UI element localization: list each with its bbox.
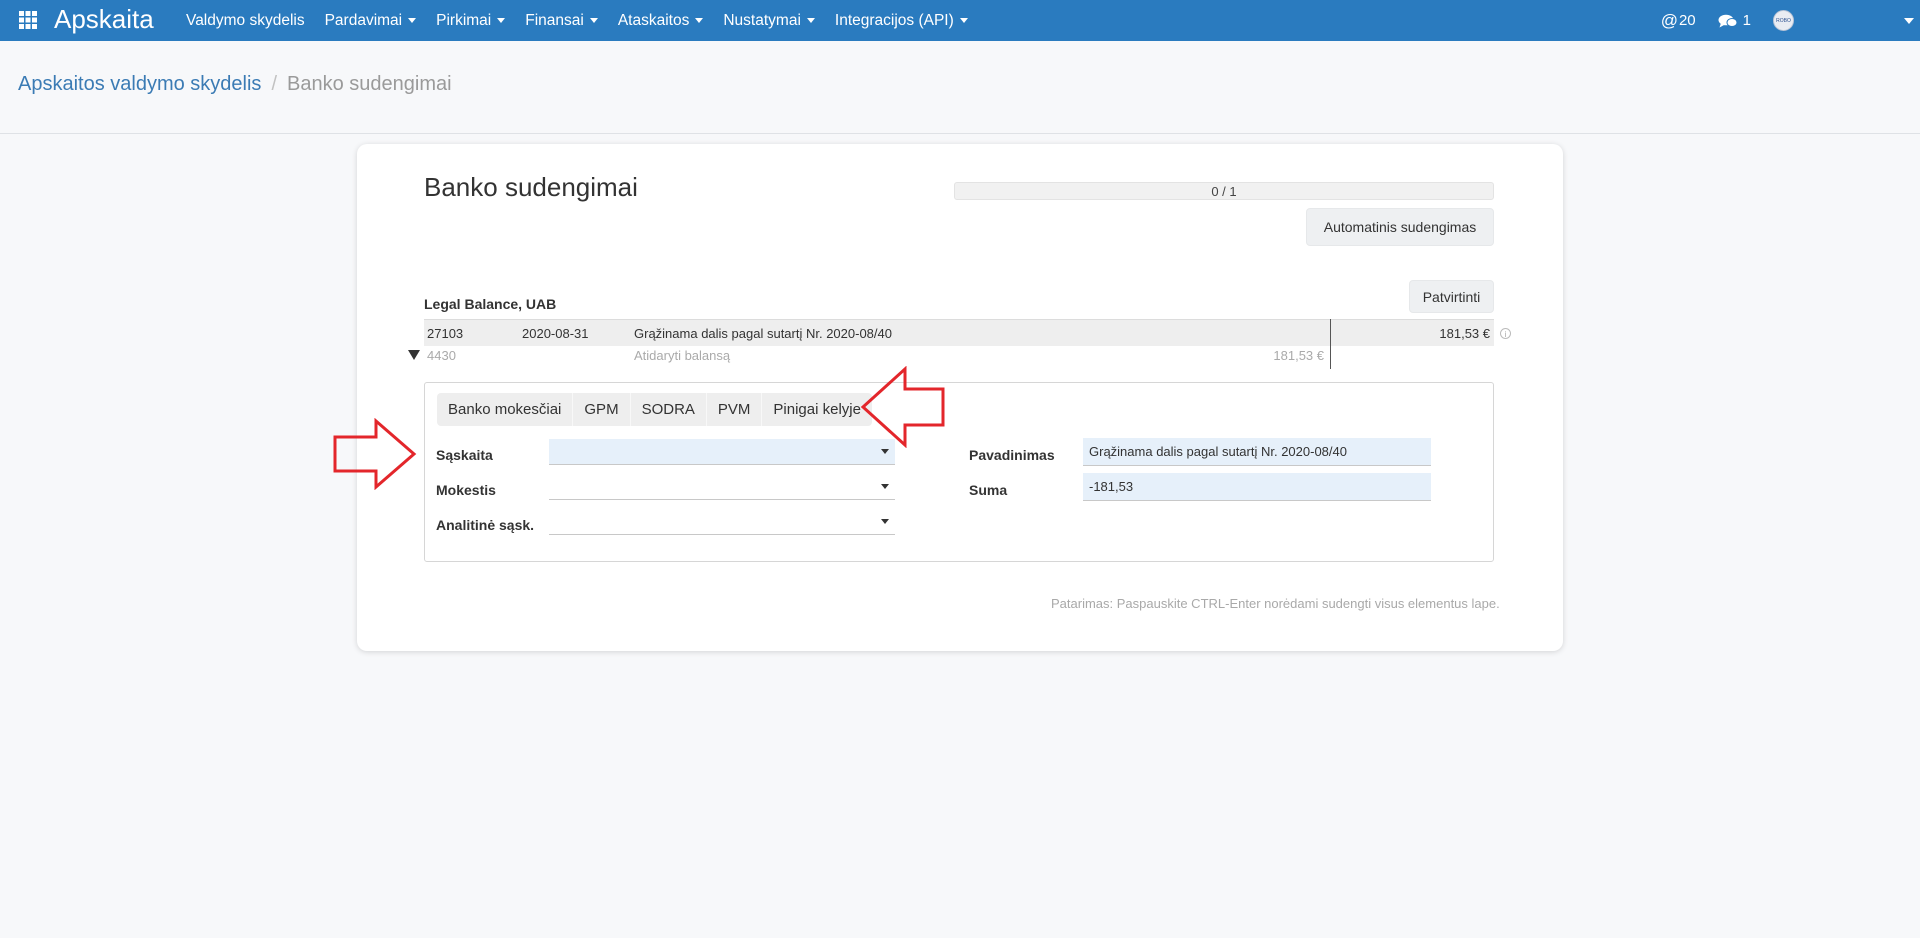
messages-button[interactable]: 1 — [1718, 12, 1751, 29]
menu-label: Nustatymai — [723, 11, 801, 29]
sum-input[interactable]: -181,53 — [1083, 473, 1431, 501]
page-title: Banko sudengimai — [424, 172, 638, 202]
dropdown-arrow-icon — [881, 449, 889, 454]
column-divider — [1330, 319, 1331, 369]
transaction-description: Grąžinama dalis pagal sutartį Nr. 2020-0… — [634, 326, 892, 341]
caret-down-icon — [695, 18, 704, 23]
menu-dashboard[interactable]: Valdymo skydelis — [186, 12, 305, 30]
transaction-row[interactable]: 27103 2020-08-31 Grąžinama dalis pagal s… — [424, 319, 1494, 346]
subrow-account: 4430 — [427, 348, 456, 363]
subrow-description: Atidaryti balansą — [634, 348, 731, 363]
dropdown-arrow-icon — [881, 484, 889, 489]
tab-bank-fees[interactable]: Banko mokesčiai — [437, 393, 574, 426]
menu-sales[interactable]: Pardavimai — [325, 12, 417, 30]
messages-count: 1 — [1742, 12, 1751, 29]
caret-down-icon — [408, 18, 417, 23]
tax-select[interactable] — [549, 474, 895, 500]
navbar-right: @ 20 1 ROBO — [1661, 0, 1920, 41]
brand-logo[interactable]: Apskaita — [54, 4, 154, 35]
expand-triangle-icon[interactable] — [408, 350, 420, 360]
mentions-button[interactable]: @ 20 — [1661, 11, 1696, 31]
menu-label: Pirkimai — [436, 11, 492, 29]
breadcrumb-current: Banko sudengimai — [287, 73, 452, 95]
breadcrumb-root-link[interactable]: Apskaitos valdymo skydelis — [18, 73, 261, 96]
tab-pvm[interactable]: PVM — [707, 393, 763, 426]
analytic-account-select[interactable] — [549, 509, 895, 535]
user-menu-caret-icon[interactable] — [1904, 18, 1914, 24]
caret-down-icon — [959, 18, 968, 23]
menu-reports[interactable]: Ataskaitos — [618, 12, 704, 30]
breadcrumb-separator: / — [271, 73, 277, 95]
transaction-amount: 181,53 € — [1439, 326, 1490, 341]
dropdown-arrow-icon — [881, 519, 889, 524]
quick-tabs: Banko mokesčiai GPM SODRA PVM Pinigai ke… — [437, 393, 872, 426]
at-sign-icon: @ — [1660, 10, 1678, 30]
menu-settings[interactable]: Nustatymai — [723, 12, 815, 30]
name-label: Pavadinimas — [969, 447, 1055, 463]
keyboard-hint: Patarimas: Paspauskite CTRL-Enter norėda… — [1051, 596, 1500, 611]
auto-reconcile-button[interactable]: Automatinis sudengimas — [1306, 208, 1494, 246]
tab-money-in-transit[interactable]: Pinigai kelyje — [762, 393, 872, 426]
account-select[interactable] — [549, 439, 895, 465]
allocation-panel: Banko mokesčiai GPM SODRA PVM Pinigai ke… — [424, 382, 1494, 562]
annotation-arrow-right-icon — [333, 418, 417, 490]
transaction-date: 2020-08-31 — [522, 326, 589, 341]
account-label: Sąskaita — [436, 447, 493, 463]
breadcrumb-bar: Apskaitos valdymo skydelis / Banko suden… — [0, 41, 1920, 134]
info-icon[interactable]: i — [1500, 328, 1511, 339]
confirm-button[interactable]: Patvirtinti — [1409, 280, 1494, 313]
menu-label: Integracijos (API) — [834, 11, 954, 29]
progress-bar: 0 / 1 — [954, 182, 1494, 200]
top-navbar: Apskaita Valdymo skydelis Pardavimai Pir… — [0, 0, 1920, 41]
user-avatar[interactable]: ROBO — [1773, 10, 1794, 31]
chat-bubbles-icon — [1718, 14, 1738, 27]
main-menu: Valdymo skydelis Pardavimai Pirkimai Fin… — [176, 0, 978, 41]
menu-purchases[interactable]: Pirkimai — [436, 11, 506, 30]
tab-gpm[interactable]: GPM — [573, 393, 631, 426]
annotation-arrow-left-icon — [860, 366, 945, 448]
menu-label: Ataskaitos — [617, 11, 690, 29]
breadcrumb: Apskaitos valdymo skydelis / Banko suden… — [18, 73, 452, 96]
menu-integrations[interactable]: Integracijos (API) — [835, 12, 968, 30]
mentions-count: 20 — [1678, 12, 1696, 29]
apps-grid-icon[interactable] — [18, 10, 38, 30]
name-input[interactable]: Grąžinama dalis pagal sutartį Nr. 2020-0… — [1083, 438, 1431, 466]
subrow-amount: 181,53 € — [1273, 348, 1324, 363]
reconciliation-card: Banko sudengimai 0 / 1 Automatinis suden… — [357, 144, 1563, 651]
caret-down-icon — [497, 18, 506, 23]
tab-sodra[interactable]: SODRA — [631, 393, 707, 426]
transaction-id: 27103 — [427, 326, 464, 341]
menu-finance[interactable]: Finansai — [525, 12, 598, 30]
company-name: Legal Balance, UAB — [424, 296, 557, 312]
menu-label: Finansai — [525, 11, 584, 29]
caret-down-icon — [589, 18, 598, 23]
menu-label: Valdymo skydelis — [186, 11, 305, 29]
tax-label: Mokestis — [436, 482, 496, 498]
caret-down-icon — [806, 18, 815, 23]
analytic-account-label: Analitinė sąsk. — [436, 517, 535, 533]
sum-label: Suma — [969, 482, 1008, 498]
menu-label: Pardavimai — [324, 11, 403, 29]
